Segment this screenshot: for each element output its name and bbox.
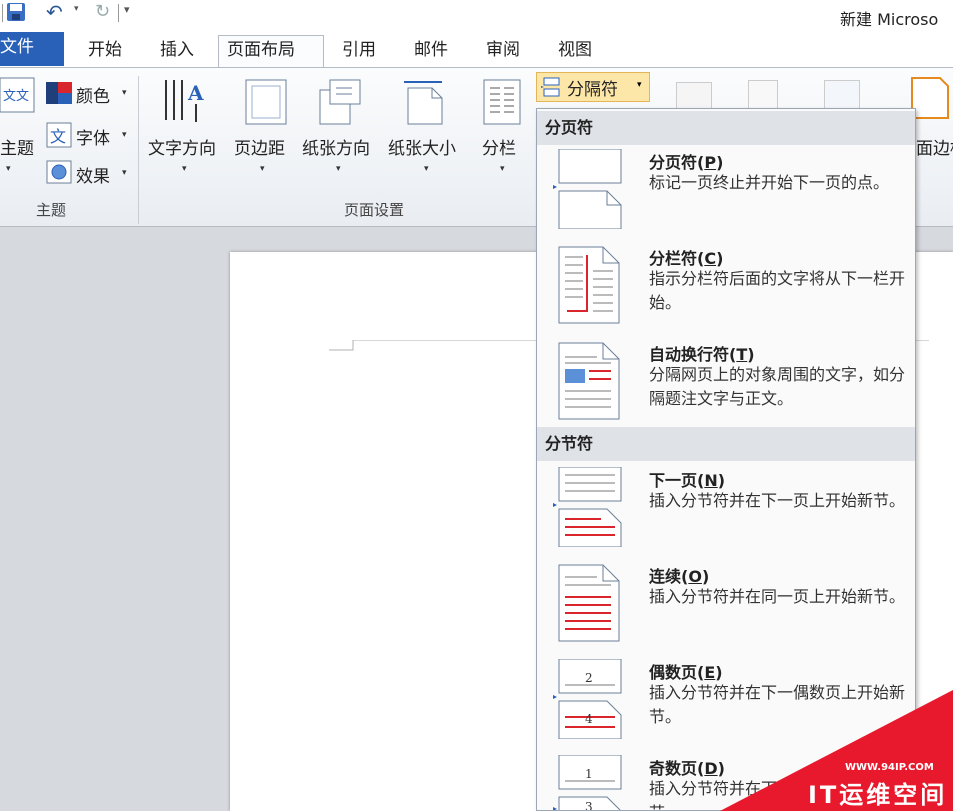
colors-icon[interactable] [46, 82, 72, 104]
margins-icon[interactable] [244, 78, 288, 126]
save-icon[interactable] [6, 2, 26, 22]
page-breaks-header: 分页符 [537, 111, 915, 145]
chevron-down-icon[interactable]: ▾ [260, 164, 265, 174]
tab-file[interactable]: 文件 [0, 32, 64, 66]
odd-icon-number-bottom: 3 [585, 800, 593, 811]
text-wrapping-description: 分隔网页上的对象周围的文字，如分隔题注文字与正文。 [649, 365, 906, 408]
effects-button[interactable]: 效果 [76, 162, 110, 187]
undo-dropdown-icon[interactable]: ▾ [74, 4, 79, 14]
menu-item-next-page[interactable]: 下一页(N) 插入分节符并在下一页上开始新节。 [537, 463, 915, 555]
odd-icon-number-top: 1 [585, 767, 593, 781]
document-title: 新建 Microso [840, 10, 939, 29]
menu-item-text-wrapping-break[interactable]: 自动换行符(T) 分隔网页上的对象周围的文字，如分隔题注文字与正文。 [537, 337, 915, 429]
chevron-down-icon[interactable]: ▾ [500, 164, 505, 174]
fonts-icon[interactable]: 文 [46, 122, 72, 148]
svg-text:文文: 文文 [3, 89, 29, 104]
page-borders-icon[interactable] [910, 76, 950, 120]
column-break-description: 指示分栏符后面的文字将从下一栏开始。 [649, 269, 906, 312]
tab-references[interactable]: 引用 [334, 36, 384, 68]
margins-button[interactable]: 页边距 [234, 134, 285, 159]
column-break-icon [558, 246, 620, 324]
even-page-icon: 2 4 [553, 659, 622, 739]
page-borders-button[interactable]: 面边框 [916, 134, 953, 159]
theme-group-label: 主题 [36, 201, 67, 219]
themes-button-label[interactable]: 主题 [0, 134, 34, 159]
section-breaks-header: 分节符 [537, 427, 915, 461]
paper-size-icon[interactable] [402, 78, 446, 126]
paper-size-button[interactable]: 纸张大小 [388, 134, 456, 159]
redo-icon[interactable]: ↻ [95, 1, 110, 22]
tab-insert[interactable]: 插入 [152, 36, 202, 68]
page-break-description: 标记一页终止并开始下一页的点。 [649, 173, 890, 192]
columns-icon[interactable] [482, 78, 522, 126]
page-break-title: 分页符(P) [649, 153, 724, 172]
effects-icon[interactable] [46, 160, 72, 184]
breaks-button-label: 分隔符 [567, 80, 618, 100]
text-wrapping-icon [558, 342, 620, 420]
chevron-down-icon[interactable]: ▾ [424, 164, 429, 174]
chevron-down-icon[interactable]: ▾ [122, 130, 127, 140]
tab-page-layout[interactable]: 页面布局 [218, 35, 324, 68]
continuous-description: 插入分节符并在同一页上开始新节。 [649, 587, 906, 606]
even-icon-number-top: 2 [585, 671, 593, 685]
qat-separator [118, 4, 119, 22]
next-page-description: 插入分节符并在下一页上开始新节。 [649, 491, 906, 510]
chevron-down-icon[interactable]: ▾ [336, 164, 341, 174]
page-setup-group-label: 页面设置 [344, 201, 405, 219]
orientation-icon[interactable] [318, 76, 362, 126]
next-page-title: 下一页(N) [649, 471, 726, 490]
undo-icon[interactable]: ↶ [46, 0, 63, 24]
watermark-url: WWW.94IP.COM [845, 762, 934, 773]
page-break-icon [553, 149, 622, 229]
group-separator [138, 76, 139, 224]
even-page-title: 偶数页(E) [649, 663, 723, 682]
tab-review[interactable]: 审阅 [478, 36, 528, 68]
continuous-icon [558, 564, 620, 642]
chevron-down-icon[interactable]: ▾ [6, 164, 11, 174]
text-direction-button[interactable]: 文字方向 [148, 134, 216, 159]
next-page-icon [553, 467, 622, 547]
orientation-button[interactable]: 纸张方向 [302, 134, 370, 159]
fonts-button[interactable]: 字体 [76, 124, 110, 149]
chevron-down-icon[interactable]: ▾ [122, 168, 127, 178]
svg-text:文: 文 [50, 127, 66, 146]
chevron-down-icon[interactable]: ▾ [122, 88, 127, 98]
title-bar: ↶ ▾ ↻ ▾ 新建 Microso [0, 0, 953, 29]
customize-qat-icon[interactable]: ▾ [124, 3, 130, 16]
colors-button[interactable]: 颜色 [76, 82, 110, 107]
chevron-down-icon: ▾ [637, 80, 642, 90]
tab-mailings[interactable]: 邮件 [406, 36, 456, 68]
qat-separator [2, 4, 3, 22]
watermark-text: IT运维空间 [808, 781, 948, 809]
tab-view[interactable]: 视图 [550, 36, 600, 68]
breaks-button[interactable]: 分隔符 ▾ [536, 72, 650, 102]
even-icon-number-bottom: 4 [585, 712, 593, 726]
breaks-icon [541, 77, 560, 97]
text-direction-icon[interactable]: A [160, 76, 212, 128]
chevron-down-icon[interactable]: ▾ [182, 164, 187, 174]
menu-item-continuous[interactable]: 连续(O) 插入分节符并在同一页上开始新节。 [537, 559, 915, 651]
odd-page-icon: 1 3 [553, 755, 622, 811]
continuous-title: 连续(O) [649, 567, 710, 586]
columns-button[interactable]: 分栏 [482, 134, 516, 159]
menu-item-page-break[interactable]: 分页符(P) 标记一页终止并开始下一页的点。 [537, 145, 915, 237]
tab-home[interactable]: 开始 [80, 36, 130, 68]
text-wrapping-title: 自动换行符(T) [649, 345, 755, 364]
column-break-title: 分栏符(C) [649, 249, 724, 268]
themes-icon[interactable]: 文文 [0, 76, 36, 116]
ribbon-tabs: 文件 开始 插入 页面布局 引用 邮件 审阅 视图 [0, 28, 953, 68]
svg-text:A: A [187, 81, 204, 105]
menu-item-column-break[interactable]: 分栏符(C) 指示分栏符后面的文字将从下一栏开始。 [537, 241, 915, 333]
